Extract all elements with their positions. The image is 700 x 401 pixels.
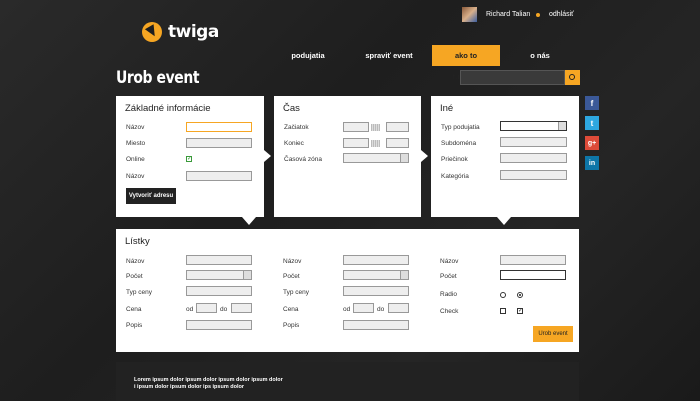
time-panel: Čas Začiatok Koniec Časová zóna	[274, 96, 421, 217]
search-button[interactable]	[565, 70, 580, 85]
end-time-input[interactable]	[386, 138, 409, 148]
logout-link[interactable]: odhlásiť	[549, 11, 574, 18]
ticket1-name-input[interactable]	[186, 255, 252, 265]
start-label: Začiatok	[284, 124, 309, 131]
category-label: Kategória	[441, 173, 469, 180]
end-label: Koniec	[284, 140, 304, 147]
ticket1-price-to-input[interactable]	[231, 303, 252, 313]
ticket3-count-input[interactable]	[500, 270, 566, 280]
other-panel: Iné Typ podujatia Subdoména Priečinok Ka…	[431, 96, 579, 217]
ticket2-price-label: Cena	[283, 306, 299, 313]
main-nav: podujatia spraviť event ako to funguje o…	[270, 45, 580, 81]
online-checkbox[interactable]: ✓	[186, 156, 192, 162]
other-title: Iné	[440, 103, 454, 114]
ticket2-price-to-input[interactable]	[388, 303, 409, 313]
online-label: Online	[126, 156, 145, 163]
basic-info-panel: Základné informácie Názov Miesto Online …	[116, 96, 264, 217]
search-input[interactable]	[460, 70, 565, 85]
ticket1-desc-input[interactable]	[186, 320, 252, 330]
name-label: Názov	[126, 124, 145, 131]
ticket2-count-stepper[interactable]	[343, 270, 409, 280]
ticket1-desc-label: Popis	[126, 322, 143, 329]
name2-label: Názov	[126, 173, 145, 180]
price-from-label: od	[186, 306, 194, 313]
ticket3-name-input[interactable]	[500, 255, 566, 265]
subdomain-input[interactable]	[500, 137, 567, 147]
panel-arrow	[242, 217, 256, 225]
linkedin-icon[interactable]: in	[585, 156, 599, 170]
footer-text: Lorem ipsum dolor ipsum dolor ipsum dolo…	[134, 377, 283, 390]
name2-input[interactable]	[186, 171, 252, 181]
create-address-button[interactable]: Vytvoriť adresu	[126, 188, 176, 204]
end-date-input[interactable]	[343, 138, 369, 148]
ticket1-price-label: Cena	[126, 306, 142, 313]
logo[interactable]: twiga	[142, 22, 219, 42]
ticket1-name-label: Názov	[126, 258, 145, 265]
time-title: Čas	[283, 103, 300, 114]
radio-label: Radio	[440, 291, 457, 298]
page-title: Urob event	[116, 68, 200, 88]
folder-label: Priečinok	[441, 156, 468, 163]
ticket1-price-from-input[interactable]	[196, 303, 217, 313]
place-input[interactable]	[186, 138, 252, 148]
tickets-title: Lístky	[125, 236, 150, 247]
timezone-label: Časová zóna	[284, 156, 322, 163]
price-to-label: do	[377, 306, 385, 313]
nav-item-spravit-event[interactable]: spraviť event	[346, 45, 432, 66]
basic-info-title: Základné informácie	[125, 103, 211, 114]
place-label: Miesto	[126, 140, 146, 147]
submit-event-button[interactable]: Urob event	[533, 326, 573, 342]
tickets-panel: Lístky Názov Počet Typ ceny Cena od do P…	[116, 229, 579, 352]
ticket2-desc-label: Popis	[283, 322, 300, 329]
ticket2-name-input[interactable]	[343, 255, 409, 265]
google-plus-icon[interactable]: g+	[585, 136, 599, 150]
twitter-icon[interactable]: t	[585, 116, 599, 130]
ticket1-pricetype-input[interactable]	[186, 286, 252, 296]
nav-item-podujatia[interactable]: podujatia	[270, 45, 346, 66]
logo-text: twiga	[168, 22, 219, 42]
folder-input[interactable]	[500, 153, 567, 163]
ticket2-name-label: Názov	[283, 258, 302, 265]
subdomain-label: Subdoména	[441, 140, 477, 147]
radio-option-1[interactable]	[500, 292, 506, 298]
username[interactable]: Richard Talian	[486, 11, 530, 18]
price-from-label: od	[343, 306, 351, 313]
ticket1-count-label: Počet	[126, 273, 143, 280]
name-input[interactable]	[186, 122, 252, 132]
ticket2-desc-input[interactable]	[343, 320, 409, 330]
ticket3-name-label: Názov	[440, 258, 459, 265]
category-input[interactable]	[500, 170, 567, 180]
start-date-input[interactable]	[343, 122, 369, 132]
event-type-select[interactable]	[500, 121, 567, 131]
radio-option-2[interactable]	[517, 292, 523, 298]
panel-arrow	[421, 150, 428, 162]
calendar-icon[interactable]	[371, 124, 380, 131]
ticket2-count-label: Počet	[283, 273, 300, 280]
facebook-icon[interactable]: f	[585, 96, 599, 110]
price-to-label: do	[220, 306, 228, 313]
panel-arrow	[264, 150, 271, 162]
panel-arrow	[497, 217, 511, 225]
calendar-icon[interactable]	[371, 140, 380, 147]
check-label: Check	[440, 308, 459, 315]
separator-dot	[536, 13, 540, 17]
ticket2-pricetype-input[interactable]	[343, 286, 409, 296]
ticket2-price-from-input[interactable]	[353, 303, 374, 313]
avatar[interactable]	[462, 7, 477, 22]
checkbox-2[interactable]: ✓	[517, 308, 523, 314]
ticket3-count-label: Počet	[440, 273, 457, 280]
checkbox-1[interactable]	[500, 308, 506, 314]
ticket1-count-stepper[interactable]	[186, 270, 252, 280]
start-time-input[interactable]	[386, 122, 409, 132]
ticket2-pricetype-label: Typ ceny	[283, 289, 310, 296]
nav-item-ako-to-funguje[interactable]: ako to funguje	[432, 45, 500, 81]
timezone-select[interactable]	[343, 153, 409, 163]
event-type-label: Typ podujatia	[441, 124, 480, 131]
nav-item-o-nas[interactable]: o nás	[500, 45, 580, 66]
twiga-logo-icon	[142, 22, 162, 42]
ticket1-pricetype-label: Typ ceny	[126, 289, 153, 296]
